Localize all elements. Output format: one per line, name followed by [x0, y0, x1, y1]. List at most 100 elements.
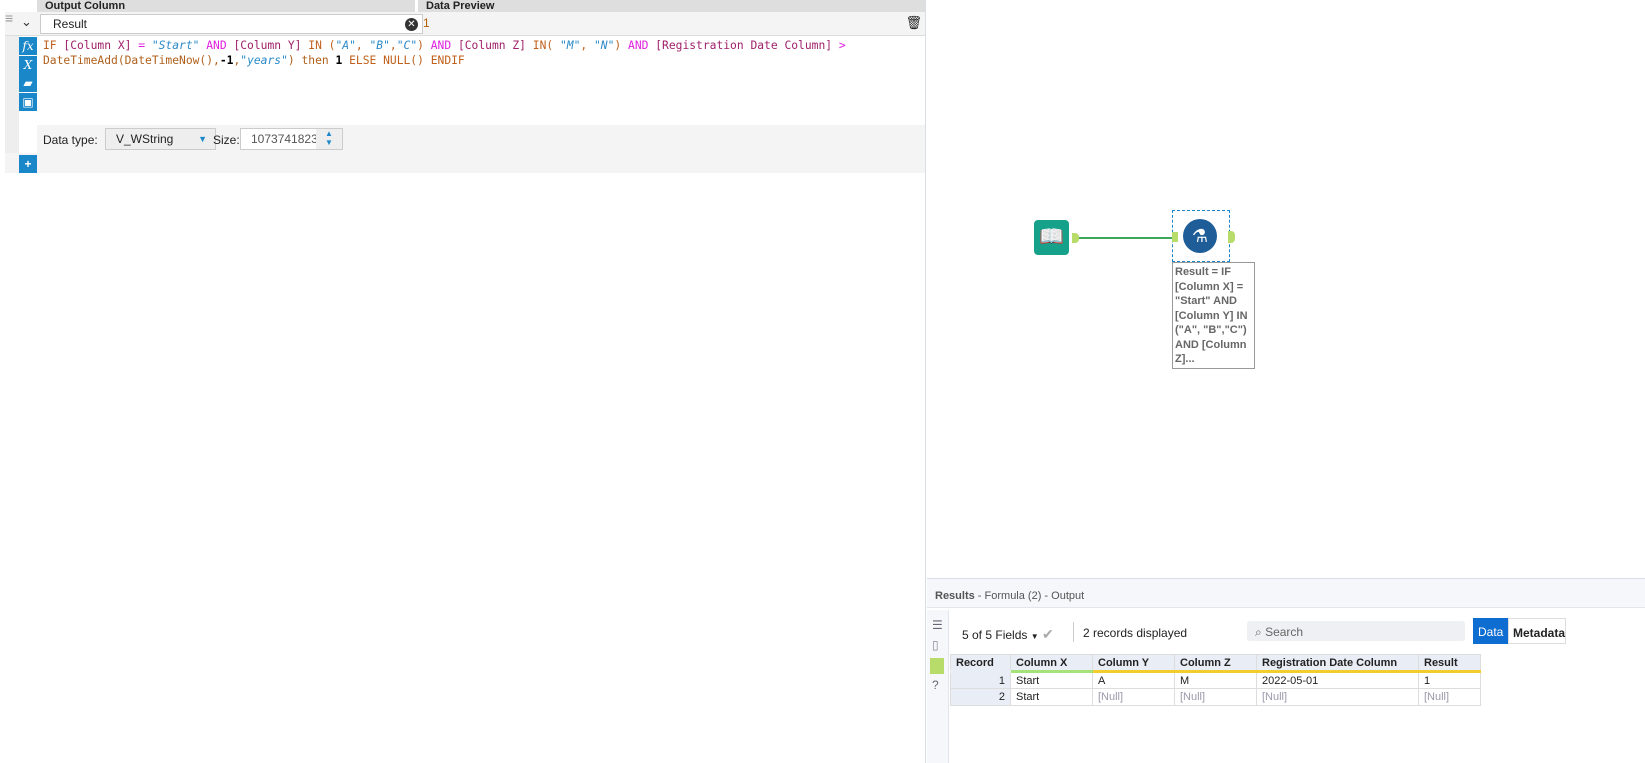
expression-token: ELSE NULL() ENDIF: [342, 54, 465, 67]
header-data-preview: Data Preview: [418, 0, 925, 12]
table-cell[interactable]: Start: [1010, 671, 1093, 689]
size-label: Size:: [213, 133, 240, 147]
records-count: 2 records displayed: [1083, 626, 1188, 640]
data-preview-value: 1: [423, 16, 430, 30]
expression-token: >: [838, 39, 846, 52]
table-cell[interactable]: Start: [1010, 688, 1093, 706]
expression-token: =: [131, 39, 152, 52]
output-anchor-icon[interactable]: [930, 658, 944, 674]
chevron-down-icon: ▼: [198, 134, 207, 144]
data-type-label: Data type:: [43, 133, 98, 147]
table-cell[interactable]: [Null]: [1256, 688, 1419, 706]
formula-row: ≡ ⌄ Result ✕ 1 🗑: [5, 11, 925, 36]
expression-token: "C": [396, 39, 418, 52]
divider: [1073, 622, 1074, 642]
tool-annotation: Result = IF [Column X] = "Start" AND [Co…: [1172, 262, 1255, 369]
results-title: Results: [935, 590, 975, 602]
checkmark-icon[interactable]: ✔: [1042, 626, 1054, 642]
output-anchor[interactable]: [1072, 233, 1079, 243]
column-header[interactable]: Record: [950, 654, 1011, 673]
column-header[interactable]: Column Y: [1092, 654, 1175, 673]
expression-token: DateTimeAdd(DateTimeNow(),: [43, 54, 220, 67]
expression-token: "N": [594, 39, 615, 52]
expression-token: IN(: [525, 39, 560, 52]
fields-selector-label: 5 of 5 Fields: [962, 628, 1028, 642]
formula-tool[interactable]: ⚗: [1172, 210, 1235, 262]
expression-token: IF: [43, 39, 64, 52]
expression-token: AND: [621, 39, 656, 52]
results-table: Record Column X Column Y Column Z Registrati…: [950, 654, 1481, 706]
add-formula-button[interactable]: +: [19, 155, 37, 173]
search-placeholder: Search: [1265, 625, 1304, 639]
column-header[interactable]: Column X: [1010, 654, 1093, 673]
row-gutter: [5, 36, 19, 153]
expression-token: AND: [423, 39, 458, 52]
column-header[interactable]: Registration Date Column: [1256, 654, 1419, 673]
table-cell[interactable]: M: [1174, 671, 1257, 689]
data-type-value: V_WString: [116, 132, 174, 146]
data-type-select[interactable]: V_WString ▼: [105, 128, 216, 150]
drag-handle-icon[interactable]: ≡: [5, 11, 17, 25]
data-type-row: Data type: V_WString ▼ Size: 1073741823 ▲ ▼: [37, 125, 925, 153]
expression-token: "years": [240, 54, 288, 67]
expression-token: AND: [199, 39, 234, 52]
trash-icon[interactable]: 🗑: [905, 15, 922, 31]
header-label: Output Column: [45, 0, 126, 12]
table-cell[interactable]: A: [1092, 671, 1175, 689]
expression-token: ): [417, 39, 424, 52]
flask-icon: ⚗: [1183, 219, 1217, 253]
tab-data[interactable]: Data: [1473, 618, 1508, 644]
function-icon[interactable]: fx: [19, 37, 37, 55]
expression-token: IN (: [301, 39, 336, 52]
table-cell[interactable]: [Null]: [1418, 688, 1481, 706]
column-header[interactable]: Column Z: [1174, 654, 1257, 673]
tab-metadata[interactable]: Metadata: [1508, 618, 1566, 644]
size-stepper[interactable]: ▲ ▼: [316, 129, 342, 149]
expression-token: "B": [369, 39, 390, 52]
expression-token: ,: [389, 39, 397, 52]
expression-token: [Registration Date Column]: [655, 39, 833, 52]
size-value: 1073741823: [251, 132, 318, 146]
results-panel: Results - Formula (2) - Output ☰ ▯ ? 5 o…: [927, 578, 1645, 763]
collapse-chevron-icon[interactable]: ⌄: [21, 14, 39, 30]
search-icon: ⌕: [1255, 625, 1262, 639]
formula-config-panel: Output Column Data Preview ≡ ⌄ Result ✕ 1…: [0, 0, 926, 763]
expression-token: ) then: [287, 54, 336, 67]
fields-selector[interactable]: 5 of 5 Fields ▼ ✔: [962, 626, 1054, 643]
header-output-column: Output Column: [37, 0, 415, 12]
table-cell[interactable]: 1: [950, 671, 1011, 689]
expression-token: [Column Y]: [233, 39, 302, 52]
expression-token: "M": [559, 39, 581, 52]
list-icon[interactable]: ☰: [932, 618, 948, 632]
add-row-bar: [5, 153, 925, 173]
help-icon[interactable]: ?: [932, 678, 948, 692]
table-cell[interactable]: 2022-05-01: [1256, 671, 1419, 689]
input-data-tool-icon[interactable]: 📖: [1034, 220, 1069, 255]
clear-icon[interactable]: ✕: [405, 18, 418, 31]
open-folder-icon[interactable]: ▰: [19, 74, 37, 92]
save-icon[interactable]: ▣: [19, 93, 37, 111]
expression-editor[interactable]: IF [Column X] = "Start" AND [Column Y] I…: [43, 38, 913, 68]
expression-token: [Column X]: [63, 39, 132, 52]
connection-line: [1079, 237, 1175, 239]
table-row: 1 Start A M 2022-05-01 1: [950, 671, 1481, 689]
table-cell[interactable]: [Null]: [1092, 688, 1175, 706]
variable-x-icon[interactable]: X: [19, 56, 37, 74]
table-row: 2 Start [Null] [Null] [Null] [Null]: [950, 688, 1481, 706]
expression-token: ,: [580, 39, 594, 52]
table-cell[interactable]: [Null]: [1174, 688, 1257, 706]
output-anchor[interactable]: [1228, 231, 1235, 243]
column-name-text: Result: [53, 17, 88, 31]
search-input[interactable]: ⌕ Search: [1247, 621, 1465, 641]
table-cell[interactable]: 2: [950, 688, 1011, 706]
table-cell[interactable]: 1: [1418, 671, 1481, 689]
output-column-input[interactable]: Result ✕: [40, 14, 423, 34]
input-anchor[interactable]: [1172, 232, 1178, 242]
expression-token: ,: [355, 39, 370, 52]
column-header[interactable]: Result: [1418, 654, 1481, 673]
expression-token: "Start": [151, 39, 200, 52]
results-subtitle: - Formula (2) - Output: [974, 590, 1085, 602]
size-input[interactable]: 1073741823 ▲ ▼: [240, 128, 343, 150]
message-icon[interactable]: ▯: [932, 638, 948, 652]
expression-token: "A": [335, 39, 356, 52]
